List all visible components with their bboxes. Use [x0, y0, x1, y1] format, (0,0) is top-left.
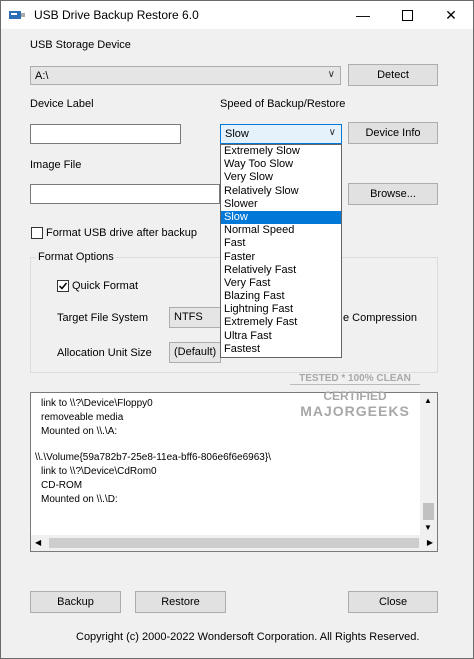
speed-label: Speed of Backup/Restore	[220, 98, 346, 110]
vertical-scrollbar[interactable]: ▲ ▼	[420, 393, 437, 535]
speed-value: Slow	[225, 128, 249, 140]
speed-option[interactable]: Relatively Slow	[221, 185, 341, 198]
speed-option[interactable]: Lightning Fast	[221, 303, 341, 316]
scroll-down-icon: ▼	[424, 523, 432, 532]
speed-option[interactable]: Very Slow	[221, 171, 341, 184]
usb-drive-value: A:\	[35, 70, 49, 82]
watermark-line3: MAJORGEEKS	[300, 403, 410, 419]
image-file-label: Image File	[30, 159, 82, 171]
majorgeeks-watermark: TESTED * 100% CLEAN CERTIFIED MAJORGEEKS	[290, 373, 420, 437]
close-button[interactable]: Close	[348, 591, 438, 613]
chevron-down-icon: ∨	[328, 127, 336, 138]
quick-format-label: Quick Format	[72, 280, 139, 292]
close-icon: ✕	[445, 6, 457, 23]
log-line: removeable media	[41, 412, 124, 423]
speed-option[interactable]: Extremely Slow	[221, 145, 341, 158]
speed-option[interactable]: Fastest	[221, 343, 341, 356]
speed-dropdown-list[interactable]: Extremely Slow Way Too Slow Very Slow Re…	[220, 144, 342, 358]
speed-option[interactable]: Blazing Fast	[221, 290, 341, 303]
image-file-input[interactable]	[30, 184, 220, 204]
speed-option[interactable]: Ultra Fast	[221, 330, 341, 343]
format-after-backup-checkbox[interactable]	[31, 227, 43, 239]
target-fs-label: Target File System	[57, 312, 149, 324]
alloc-unit-select[interactable]: (Default)	[169, 342, 221, 363]
quick-format-checkbox[interactable]	[57, 280, 69, 292]
usb-storage-label: USB Storage Device	[30, 39, 131, 51]
app-window: USB Drive Backup Restore 6.0 — ✕ USB Sto…	[0, 0, 474, 659]
backup-button[interactable]: Backup	[30, 591, 121, 613]
check-icon	[58, 282, 68, 290]
alloc-unit-label: Allocation Unit Size	[57, 347, 152, 359]
minimize-icon: —	[356, 7, 370, 23]
detect-button[interactable]: Detect	[348, 64, 438, 86]
alloc-unit-value: (Default)	[174, 346, 217, 358]
log-line: Mounted on \\.\D:	[41, 494, 118, 505]
speed-option-selected[interactable]: Slow	[221, 210, 341, 225]
speed-option[interactable]: Way Too Slow	[221, 158, 341, 171]
device-label-label: Device Label	[30, 98, 94, 110]
format-after-backup-label: Format USB drive after backup	[46, 227, 198, 239]
speed-option[interactable]: Fast	[221, 237, 341, 250]
log-line: link to \\?\Device\CdRom0	[41, 466, 157, 477]
usb-drive-icon	[8, 8, 26, 22]
minimize-button[interactable]: —	[341, 1, 385, 29]
title-bar: USB Drive Backup Restore 6.0 — ✕	[1, 1, 473, 29]
device-info-button[interactable]: Device Info	[348, 122, 438, 144]
watermark-line2: CERTIFIED	[323, 389, 387, 403]
compression-label: e Compression	[343, 312, 417, 324]
speed-option[interactable]: Slower	[221, 198, 341, 211]
chevron-down-icon: ∨	[327, 69, 335, 80]
window-title: USB Drive Backup Restore 6.0	[34, 8, 199, 22]
scroll-right-icon: ▶	[426, 538, 433, 547]
speed-option[interactable]: Extremely Fast	[221, 316, 341, 329]
log-line: link to \\?\Device\Floppy0	[41, 398, 153, 409]
target-fs-value: NTFS	[174, 311, 203, 323]
format-options-title: Format Options	[36, 251, 116, 263]
device-label-input[interactable]	[30, 124, 181, 144]
browse-button[interactable]: Browse...	[348, 183, 438, 205]
maximize-button[interactable]	[385, 1, 429, 29]
scroll-thumb[interactable]	[423, 503, 434, 520]
watermark-line1: TESTED * 100% CLEAN	[290, 373, 420, 385]
scroll-up-icon: ▲	[424, 396, 432, 405]
target-fs-select[interactable]: NTFS	[169, 307, 221, 328]
scroll-thumb[interactable]	[49, 538, 419, 548]
maximize-icon	[401, 9, 413, 21]
scroll-left-icon: ◀	[35, 538, 42, 547]
usb-drive-select[interactable]: A:\ ∨	[30, 66, 341, 85]
horizontal-scrollbar[interactable]: ◀ ▶	[31, 535, 437, 551]
copyright-text: Copyright (c) 2000-2022 Wondersoft Corpo…	[76, 631, 420, 643]
speed-option[interactable]: Faster	[221, 251, 341, 264]
close-window-button[interactable]: ✕	[429, 1, 473, 29]
speed-option[interactable]: Normal Speed	[221, 224, 341, 237]
log-line: \\.\Volume{59a782b7-25e8-11ea-bff6-806e6…	[35, 452, 271, 463]
restore-button[interactable]: Restore	[135, 591, 226, 613]
speed-select[interactable]: Slow ∨	[220, 124, 342, 144]
log-line: CD-ROM	[41, 480, 83, 491]
log-line: Mounted on \\.\A:	[41, 426, 118, 437]
speed-option[interactable]: Very Fast	[221, 277, 341, 290]
speed-option[interactable]: Relatively Fast	[221, 264, 341, 277]
